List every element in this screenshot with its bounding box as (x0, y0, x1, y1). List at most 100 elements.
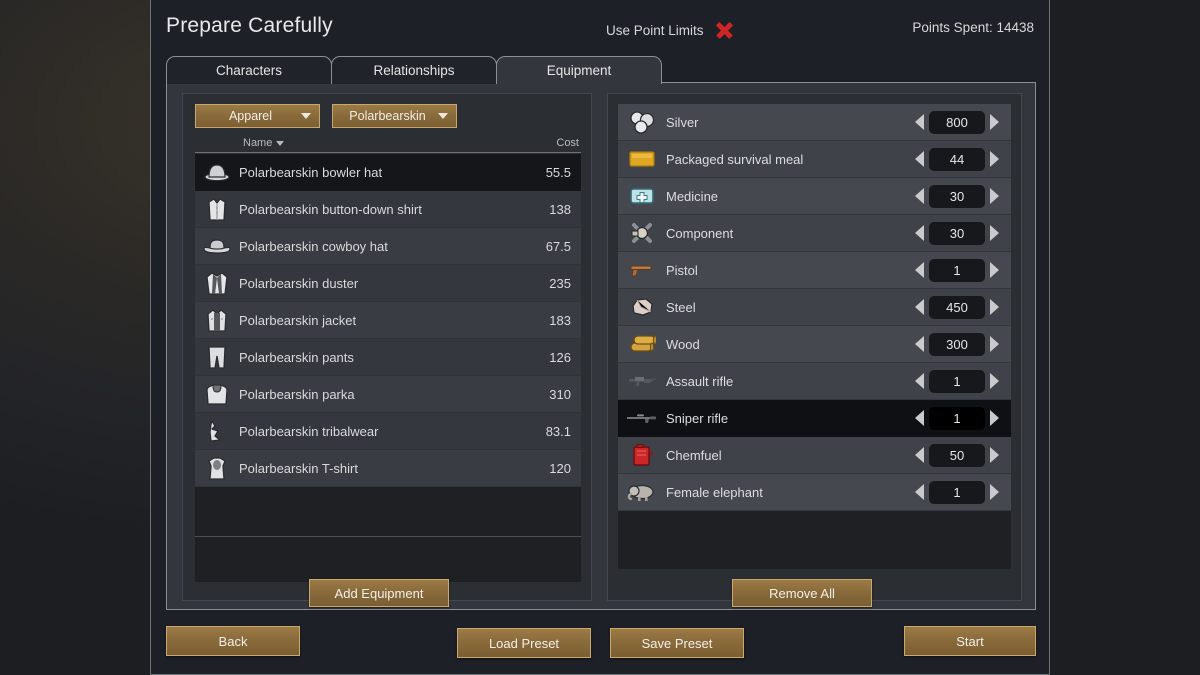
arrow-right-icon[interactable] (990, 336, 999, 352)
quantity-field[interactable]: 30 (929, 184, 985, 208)
arrow-left-icon[interactable] (915, 151, 924, 167)
arrow-left-icon[interactable] (915, 484, 924, 500)
equipment-row[interactable]: Sniper rifle 1 (618, 400, 1011, 437)
item-cost: 120 (549, 460, 571, 476)
equipment-row[interactable]: Wood 300 (618, 326, 1011, 363)
red-x-icon[interactable] (714, 20, 734, 40)
tab-equipment[interactable]: Equipment (496, 56, 662, 85)
equipment-name: Assault rifle (666, 373, 734, 389)
category-dropdown-value: Apparel (228, 109, 273, 123)
equipment-row[interactable]: Packaged survival meal 44 (618, 141, 1011, 178)
item-cost: 235 (549, 275, 571, 291)
equipment-name: Chemfuel (666, 447, 722, 463)
start-button[interactable]: Start (904, 626, 1036, 656)
parka-icon (195, 376, 239, 413)
quantity-field[interactable]: 44 (929, 147, 985, 171)
equipment-row[interactable]: Assault rifle 1 (618, 363, 1011, 400)
item-row[interactable]: Polarbearskin T-shirt 120 (195, 450, 581, 487)
chevron-down-icon (438, 113, 448, 119)
item-cost: 138 (549, 201, 571, 217)
assault-rifle-icon (618, 363, 666, 400)
equipment-row[interactable]: Steel 450 (618, 289, 1011, 326)
equipment-row[interactable]: Medicine 30 (618, 178, 1011, 215)
equipment-row[interactable]: Pistol 1 (618, 252, 1011, 289)
item-cost: 55.5 (545, 164, 571, 180)
category-dropdown[interactable]: Apparel (195, 104, 320, 128)
material-dropdown[interactable]: Polarbearskin (332, 104, 457, 128)
column-header-cost[interactable]: Cost (556, 137, 579, 149)
use-point-limits-toggle[interactable]: Use Point Limits (606, 20, 734, 40)
prepare-carefully-dialog: Prepare Carefully Use Point Limits Point… (150, 0, 1050, 675)
item-row[interactable]: Polarbearskin bowler hat 55.5 (195, 154, 581, 191)
arrow-right-icon[interactable] (990, 262, 999, 278)
column-header-name[interactable]: Name (243, 137, 285, 149)
quantity-field[interactable]: 1 (929, 406, 985, 430)
available-item-list[interactable]: Polarbearskin bowler hat 55.5 Polarbearski… (195, 154, 581, 536)
quantity-field[interactable]: 300 (929, 332, 985, 356)
quantity-field[interactable]: 1 (929, 258, 985, 282)
quantity-field[interactable]: 800 (929, 110, 985, 134)
item-name: Polarbearskin bowler hat (239, 164, 383, 180)
arrow-left-icon[interactable] (915, 262, 924, 278)
quantity-field[interactable]: 30 (929, 221, 985, 245)
item-name: Polarbearskin duster (239, 275, 359, 291)
arrow-left-icon[interactable] (915, 447, 924, 463)
item-row[interactable]: Polarbearskin pants 126 (195, 339, 581, 376)
component-icon (618, 215, 666, 252)
quantity-stepper: 50 (915, 443, 1011, 467)
arrow-right-icon[interactable] (990, 447, 999, 463)
elephant-icon (618, 474, 666, 511)
item-row[interactable]: Polarbearskin duster 235 (195, 265, 581, 302)
quantity-field[interactable]: 1 (929, 369, 985, 393)
arrow-right-icon[interactable] (990, 151, 999, 167)
remove-all-button[interactable]: Remove All (732, 579, 872, 607)
quantity-stepper: 30 (915, 221, 1011, 245)
tab-characters[interactable]: Characters (166, 56, 332, 84)
equipment-name: Component (666, 225, 734, 241)
arrow-right-icon[interactable] (990, 114, 999, 130)
arrow-left-icon[interactable] (915, 373, 924, 389)
arrow-right-icon[interactable] (990, 410, 999, 426)
arrow-left-icon[interactable] (915, 299, 924, 315)
quantity-stepper: 1 (915, 480, 1011, 504)
jacket-icon (195, 302, 239, 339)
selected-equipment-list[interactable]: Silver 800 Packaged survival meal 44 Medicin… (618, 104, 1011, 569)
arrow-left-icon[interactable] (915, 225, 924, 241)
item-name: Polarbearskin cowboy hat (239, 238, 388, 254)
quantity-field[interactable]: 450 (929, 295, 985, 319)
duster-icon (195, 265, 239, 302)
arrow-right-icon[interactable] (990, 484, 999, 500)
meal-icon (618, 141, 666, 178)
arrow-left-icon[interactable] (915, 336, 924, 352)
equipment-row[interactable]: Female elephant 1 (618, 474, 1011, 511)
arrow-left-icon[interactable] (915, 114, 924, 130)
save-preset-button[interactable]: Save Preset (610, 628, 744, 658)
add-equipment-button[interactable]: Add Equipment (309, 579, 449, 607)
quantity-field[interactable]: 1 (929, 480, 985, 504)
item-row[interactable]: Polarbearskin button-down shirt 138 (195, 191, 581, 228)
item-row[interactable]: Polarbearskin tribalwear 83.1 (195, 413, 581, 450)
item-row[interactable]: Polarbearskin jacket 183 (195, 302, 581, 339)
arrow-right-icon[interactable] (990, 188, 999, 204)
dialog-header: Prepare Carefully Use Point Limits Point… (151, 0, 1049, 56)
item-row[interactable]: Polarbearskin cowboy hat 67.5 (195, 228, 581, 265)
quantity-stepper: 450 (915, 295, 1011, 319)
arrow-right-icon[interactable] (990, 373, 999, 389)
tab-content-equipment: Apparel Polarbearskin Name Cost Polarbea… (166, 82, 1036, 610)
item-row[interactable]: Polarbearskin parka 310 (195, 376, 581, 413)
arrow-left-icon[interactable] (915, 188, 924, 204)
pistol-icon (618, 252, 666, 289)
load-preset-button[interactable]: Load Preset (457, 628, 591, 658)
equipment-row[interactable]: Component 30 (618, 215, 1011, 252)
arrow-right-icon[interactable] (990, 299, 999, 315)
back-button[interactable]: Back (166, 626, 300, 656)
arrow-right-icon[interactable] (990, 225, 999, 241)
equipment-name: Steel (666, 299, 696, 315)
item-list-header: Name Cost (195, 137, 581, 153)
quantity-field[interactable]: 50 (929, 443, 985, 467)
arrow-left-icon[interactable] (915, 410, 924, 426)
equipment-row[interactable]: Silver 800 (618, 104, 1011, 141)
quantity-stepper: 1 (915, 406, 1011, 430)
equipment-row[interactable]: Chemfuel 50 (618, 437, 1011, 474)
tab-relationships[interactable]: Relationships (331, 56, 497, 84)
